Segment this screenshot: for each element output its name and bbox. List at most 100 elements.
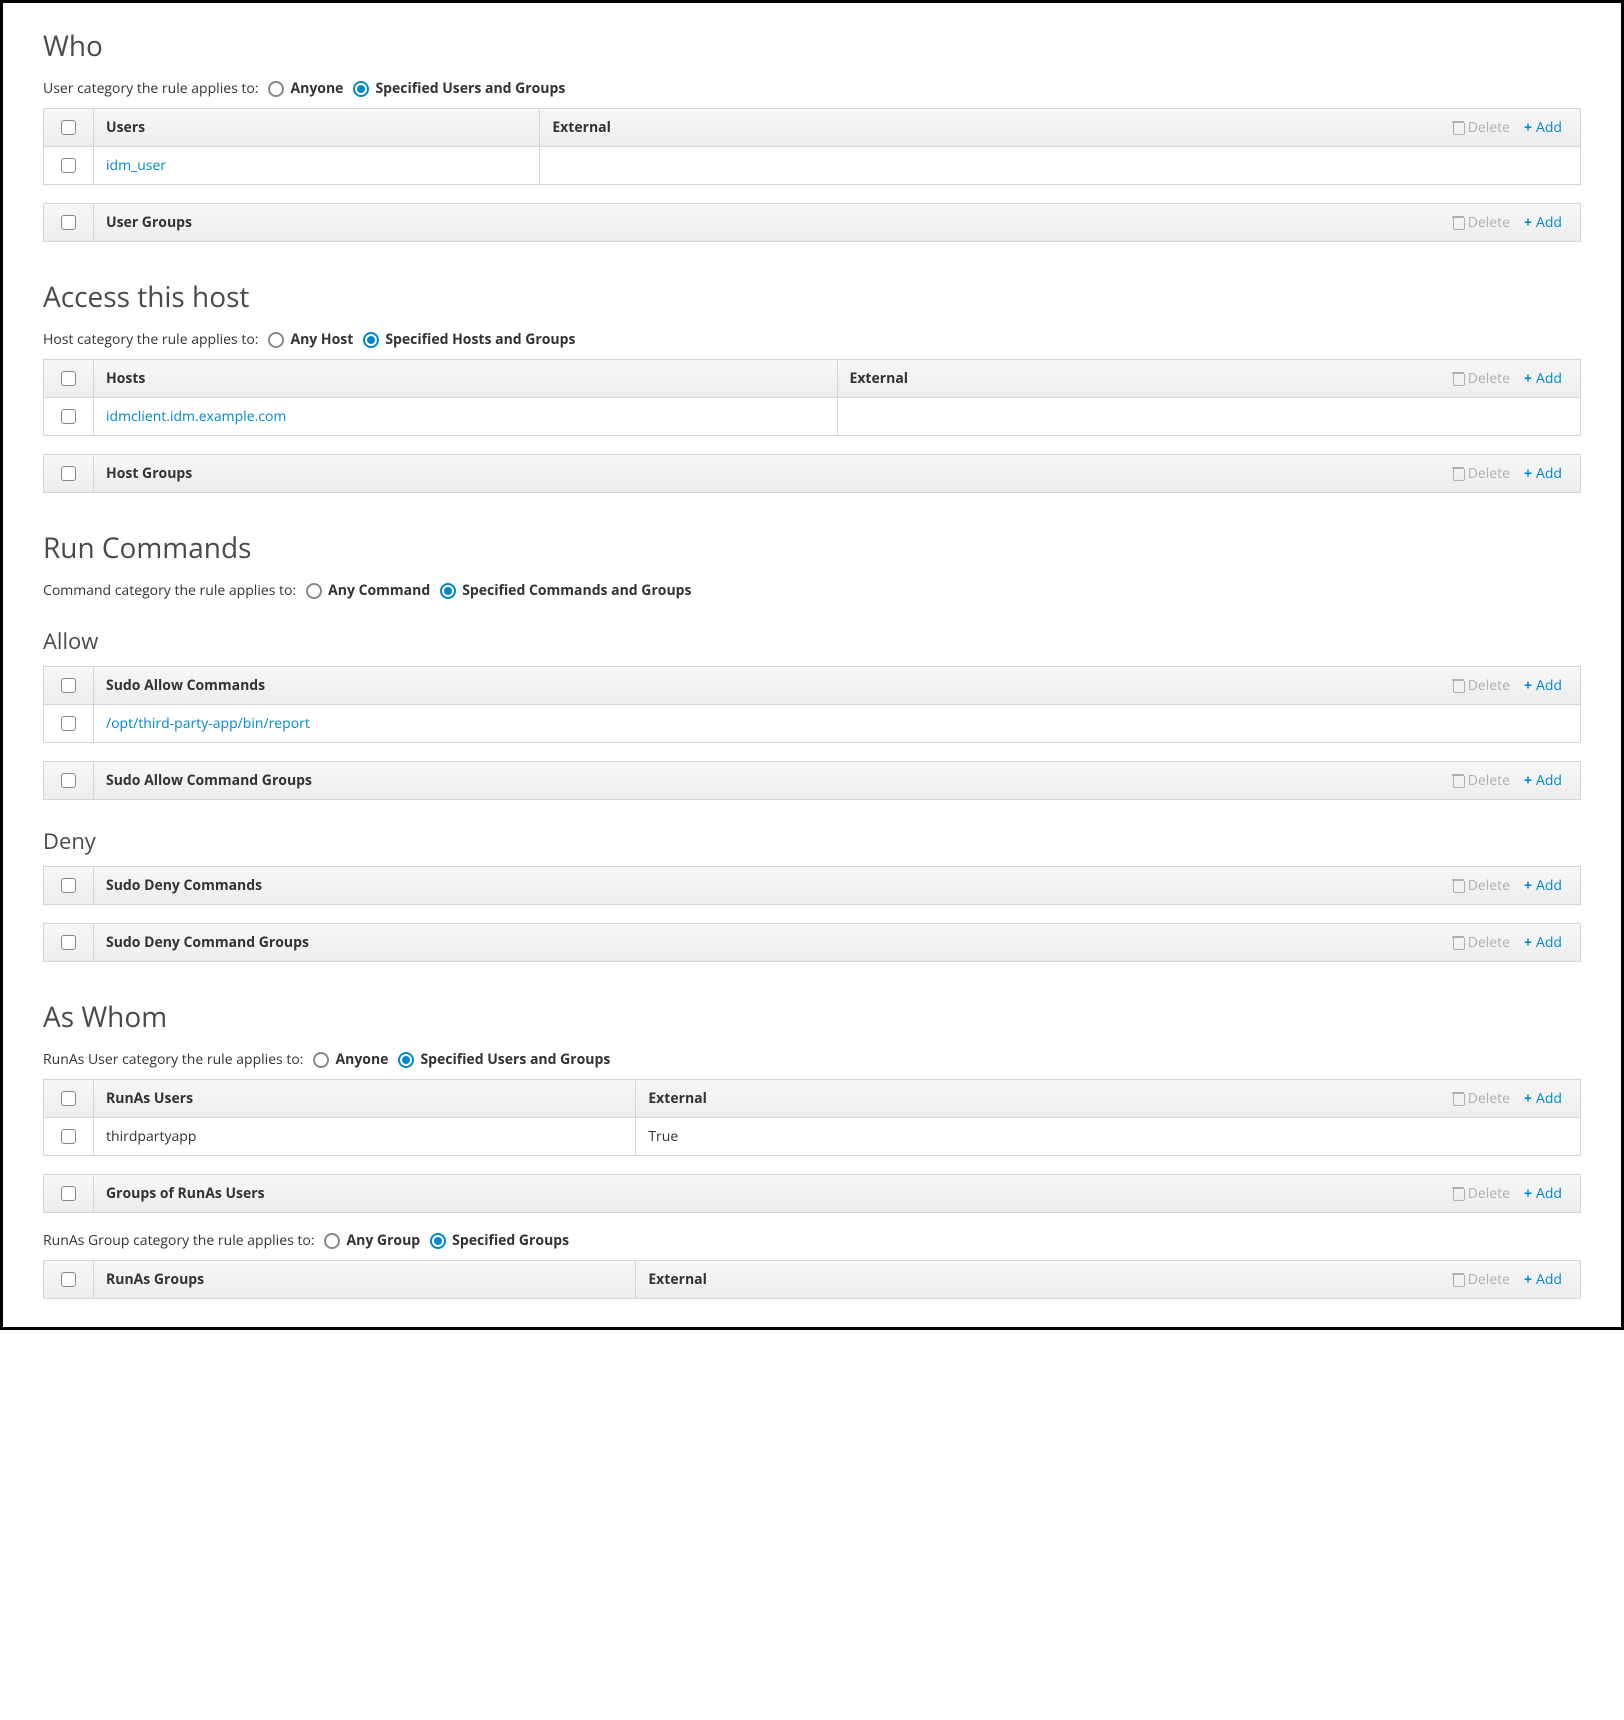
cmd-category-label: Command category the rule applies to: — [43, 581, 296, 600]
runas-user-radio-anyone[interactable]: Anyone — [313, 1050, 388, 1069]
trash-icon — [1452, 774, 1464, 788]
checkbox-header[interactable] — [44, 924, 94, 961]
table-header: RunAs Users External Delete +Add — [44, 1080, 1580, 1118]
runas-user-value: thirdpartyapp — [106, 1127, 196, 1146]
checkbox-header[interactable] — [44, 1261, 94, 1298]
command-link[interactable]: /opt/third-party-app/bin/report — [106, 714, 310, 733]
radio-icon — [313, 1052, 329, 1068]
add-button[interactable]: +Add — [1524, 933, 1562, 952]
radio-icon — [363, 332, 379, 348]
col-external: External — [552, 118, 611, 137]
table-header: Sudo Deny Command Groups Delete +Add — [44, 924, 1580, 961]
table-row: idm_user — [44, 147, 1580, 184]
trash-icon — [1452, 1092, 1464, 1106]
checkbox-header[interactable] — [44, 1080, 94, 1117]
radio-label: Any Group — [346, 1231, 420, 1250]
add-button[interactable]: +Add — [1524, 1184, 1562, 1203]
checkbox-header[interactable] — [44, 204, 94, 241]
delete-button[interactable]: Delete — [1452, 1184, 1510, 1203]
host-radio-specified[interactable]: Specified Hosts and Groups — [363, 330, 575, 349]
table-header: Sudo Deny Commands Delete +Add — [44, 867, 1580, 904]
trash-icon — [1452, 121, 1464, 135]
section-access-host: Access this host Host category the rule … — [43, 278, 1581, 493]
plus-icon: + — [1524, 676, 1532, 695]
col-external: External — [648, 1270, 707, 1289]
delete-button[interactable]: Delete — [1452, 118, 1510, 137]
checkbox-header[interactable] — [44, 455, 94, 492]
who-radio-anyone[interactable]: Anyone — [268, 79, 343, 98]
delete-button[interactable]: Delete — [1452, 676, 1510, 695]
checkbox-header[interactable] — [44, 1175, 94, 1212]
cmd-radio-any[interactable]: Any Command — [306, 581, 430, 600]
access-host-heading: Access this host — [43, 278, 1581, 316]
add-button[interactable]: +Add — [1524, 1089, 1562, 1108]
row-checkbox[interactable] — [44, 147, 94, 184]
delete-button[interactable]: Delete — [1452, 771, 1510, 790]
col-external: External — [850, 369, 909, 388]
runas-group-radio-any[interactable]: Any Group — [324, 1231, 420, 1250]
checkbox-icon — [61, 466, 76, 481]
who-radio-specified[interactable]: Specified Users and Groups — [353, 79, 565, 98]
delete-button[interactable]: Delete — [1452, 213, 1510, 232]
checkbox-icon — [61, 1186, 76, 1201]
delete-button[interactable]: Delete — [1452, 1089, 1510, 1108]
trash-icon — [1452, 679, 1464, 693]
table-row: idmclient.idm.example.com — [44, 398, 1580, 435]
add-button[interactable]: +Add — [1524, 213, 1562, 232]
table-header: Users External Delete +Add — [44, 109, 1580, 147]
row-checkbox[interactable] — [44, 398, 94, 435]
add-button[interactable]: +Add — [1524, 118, 1562, 137]
delete-button[interactable]: Delete — [1452, 933, 1510, 952]
checkbox-icon — [61, 1091, 76, 1106]
plus-icon: + — [1524, 118, 1532, 137]
radio-icon — [353, 81, 369, 97]
runas-groups-table: RunAs Groups External Delete +Add — [43, 1260, 1581, 1299]
cmd-radio-specified[interactable]: Specified Commands and Groups — [440, 581, 691, 600]
runas-group-radio-specified[interactable]: Specified Groups — [430, 1231, 569, 1250]
checkbox-icon — [61, 409, 76, 424]
radio-icon — [324, 1233, 340, 1249]
user-groups-table: User Groups Delete +Add — [43, 203, 1581, 242]
add-button[interactable]: +Add — [1524, 369, 1562, 388]
delete-button[interactable]: Delete — [1452, 876, 1510, 895]
section-as-whom: As Whom RunAs User category the rule app… — [43, 998, 1581, 1299]
checkbox-icon — [61, 1129, 76, 1144]
checkbox-header[interactable] — [44, 867, 94, 904]
add-button[interactable]: +Add — [1524, 876, 1562, 895]
delete-button[interactable]: Delete — [1452, 369, 1510, 388]
trash-icon — [1452, 1273, 1464, 1287]
radio-label: Anyone — [290, 79, 343, 98]
trash-icon — [1452, 879, 1464, 893]
runas-user-radio-specified[interactable]: Specified Users and Groups — [398, 1050, 610, 1069]
checkbox-header[interactable] — [44, 360, 94, 397]
col-allow-cmds: Sudo Allow Commands — [106, 676, 265, 695]
radio-label: Specified Commands and Groups — [462, 581, 691, 600]
checkbox-icon — [61, 371, 76, 386]
host-groups-table: Host Groups Delete +Add — [43, 454, 1581, 493]
add-button[interactable]: +Add — [1524, 771, 1562, 790]
deny-heading: Deny — [43, 826, 1581, 856]
add-button[interactable]: +Add — [1524, 464, 1562, 483]
user-link[interactable]: idm_user — [106, 156, 166, 175]
trash-icon — [1452, 936, 1464, 950]
add-button[interactable]: +Add — [1524, 1270, 1562, 1289]
row-checkbox[interactable] — [44, 705, 94, 742]
host-radio-any[interactable]: Any Host — [268, 330, 353, 349]
host-category-label: Host category the rule applies to: — [43, 330, 258, 349]
add-button[interactable]: +Add — [1524, 676, 1562, 695]
checkbox-header[interactable] — [44, 762, 94, 799]
delete-button[interactable]: Delete — [1452, 464, 1510, 483]
trash-icon — [1452, 1187, 1464, 1201]
trash-icon — [1452, 216, 1464, 230]
delete-button[interactable]: Delete — [1452, 1270, 1510, 1289]
section-who: Who User category the rule applies to: A… — [43, 27, 1581, 242]
table-header: Groups of RunAs Users Delete +Add — [44, 1175, 1580, 1212]
host-link[interactable]: idmclient.idm.example.com — [106, 407, 286, 426]
checkbox-header[interactable] — [44, 109, 94, 146]
radio-icon — [268, 81, 284, 97]
checkbox-icon — [61, 935, 76, 950]
row-checkbox[interactable] — [44, 1118, 94, 1155]
radio-label: Anyone — [335, 1050, 388, 1069]
table-header: RunAs Groups External Delete +Add — [44, 1261, 1580, 1298]
checkbox-header[interactable] — [44, 667, 94, 704]
